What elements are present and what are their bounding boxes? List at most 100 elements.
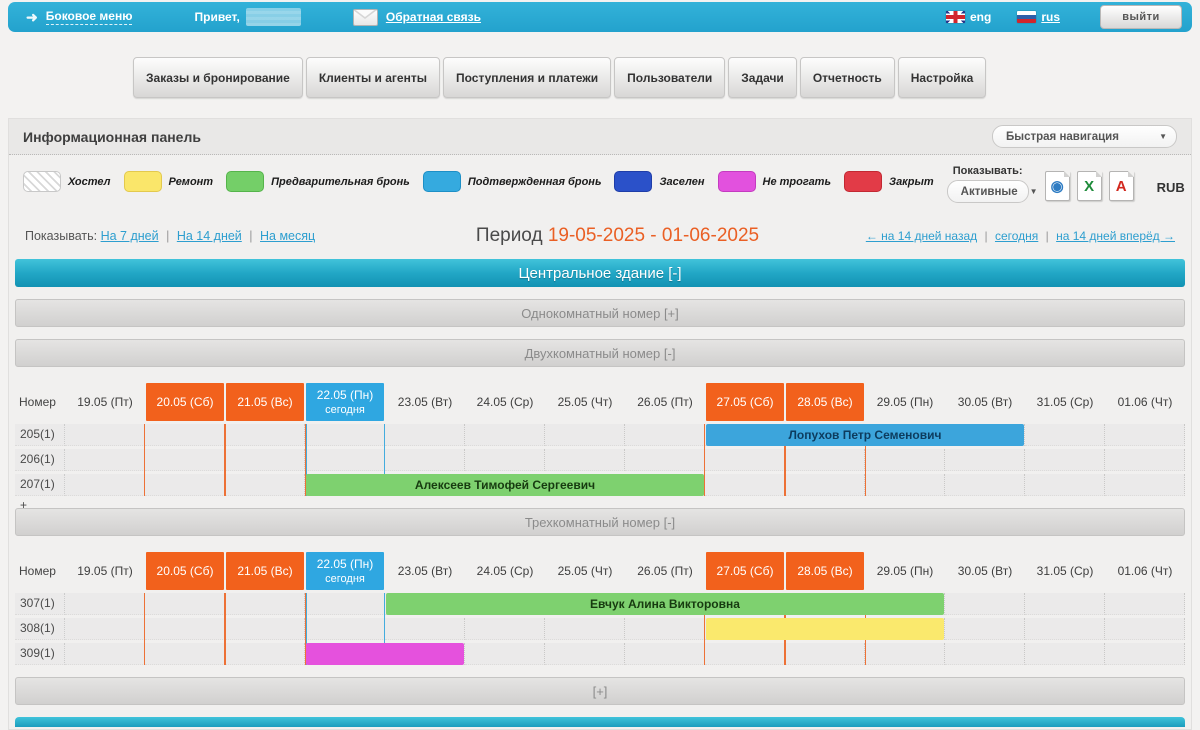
calendar-cell[interactable] bbox=[305, 593, 385, 615]
room-label[interactable]: 206(1) + bbox=[15, 449, 65, 471]
calendar-cell[interactable] bbox=[385, 449, 465, 471]
period-back-link[interactable]: ← на 14 дней назад bbox=[866, 229, 977, 243]
calendar-cell[interactable] bbox=[625, 618, 705, 640]
range-7-days-link[interactable]: На 7 дней bbox=[101, 229, 159, 243]
calendar-cell[interactable] bbox=[225, 643, 305, 665]
calendar-cell[interactable] bbox=[865, 449, 945, 471]
calendar-cell[interactable] bbox=[945, 643, 1025, 665]
calendar-cell[interactable] bbox=[785, 449, 865, 471]
calendar-cell[interactable] bbox=[65, 593, 145, 615]
calendar-cell[interactable] bbox=[65, 449, 145, 471]
calendar-cell[interactable] bbox=[865, 474, 945, 496]
booking-bar[interactable] bbox=[706, 618, 944, 640]
nav-tab[interactable]: Задачи bbox=[728, 57, 797, 98]
ru-flag-icon[interactable] bbox=[1017, 11, 1036, 23]
calendar-cell[interactable] bbox=[225, 593, 305, 615]
calendar-cell[interactable] bbox=[465, 618, 545, 640]
calendar-cell[interactable] bbox=[1105, 424, 1185, 446]
calendar-cell[interactable] bbox=[145, 618, 225, 640]
booking-bar[interactable] bbox=[306, 643, 464, 665]
logout-button[interactable]: выйти bbox=[1100, 5, 1182, 29]
calendar-cell[interactable] bbox=[465, 643, 545, 665]
calendar-cell[interactable] bbox=[1105, 643, 1185, 665]
calendar-cell[interactable] bbox=[305, 424, 385, 446]
calendar-cell[interactable] bbox=[945, 593, 1025, 615]
calendar-cell[interactable] bbox=[1025, 474, 1105, 496]
calendar-cell[interactable] bbox=[145, 449, 225, 471]
calendar-cell[interactable] bbox=[305, 618, 385, 640]
nav-tab[interactable]: Отчетность bbox=[800, 57, 895, 98]
calendar-cell[interactable] bbox=[1025, 449, 1105, 471]
calendar-cell[interactable] bbox=[1105, 449, 1185, 471]
calendar-cell[interactable] bbox=[145, 643, 225, 665]
calendar-cell[interactable] bbox=[145, 474, 225, 496]
calendar-cell[interactable] bbox=[545, 643, 625, 665]
calendar-cell[interactable] bbox=[65, 643, 145, 665]
calendar-cell[interactable] bbox=[785, 643, 865, 665]
calendar-cell[interactable] bbox=[65, 618, 145, 640]
side-menu-link[interactable]: Боковое меню bbox=[46, 9, 133, 25]
calendar-cell[interactable] bbox=[1025, 643, 1105, 665]
calendar-cell[interactable] bbox=[145, 593, 225, 615]
calendar-cell[interactable] bbox=[1025, 593, 1105, 615]
lang-rus[interactable]: rus bbox=[1041, 10, 1060, 24]
category-header[interactable]: Двухкомнатный номер [-] bbox=[15, 339, 1185, 367]
nav-tab[interactable]: Клиенты и агенты bbox=[306, 57, 440, 98]
lang-eng[interactable]: eng bbox=[970, 10, 991, 24]
building-header[interactable]: Центральное здание [-] bbox=[15, 259, 1185, 287]
calendar-cell[interactable] bbox=[305, 449, 385, 471]
excel-export-icon[interactable]: X bbox=[1077, 171, 1102, 201]
booking-bar[interactable]: Лопухов Петр Семенович bbox=[706, 424, 1024, 446]
calendar-cell[interactable] bbox=[1105, 474, 1185, 496]
nav-tab[interactable]: Настройка bbox=[898, 57, 987, 98]
calendar-cell[interactable] bbox=[545, 424, 625, 446]
uk-flag-icon[interactable] bbox=[946, 11, 965, 23]
html-export-icon[interactable]: ◉ bbox=[1045, 171, 1070, 201]
calendar-cell[interactable] bbox=[625, 424, 705, 446]
calendar-cell[interactable] bbox=[705, 474, 785, 496]
category-header[interactable]: Однокомнатный номер [+] bbox=[15, 299, 1185, 327]
calendar-cell[interactable] bbox=[65, 424, 145, 446]
calendar-cell[interactable] bbox=[145, 424, 225, 446]
category-header[interactable]: [+] bbox=[15, 677, 1185, 705]
calendar-cell[interactable] bbox=[785, 474, 865, 496]
calendar-cell[interactable] bbox=[625, 643, 705, 665]
calendar-cell[interactable] bbox=[945, 618, 1025, 640]
nav-tab[interactable]: Заказы и бронирование bbox=[133, 57, 303, 98]
room-label[interactable]: 205(1) + bbox=[15, 424, 65, 446]
calendar-cell[interactable] bbox=[225, 449, 305, 471]
calendar-cell[interactable] bbox=[625, 449, 705, 471]
calendar-cell[interactable] bbox=[225, 424, 305, 446]
range-14-days-link[interactable]: На 14 дней bbox=[177, 229, 242, 243]
calendar-cell[interactable] bbox=[465, 424, 545, 446]
calendar-cell[interactable] bbox=[385, 618, 465, 640]
period-forward-link[interactable]: на 14 дней вперёд → bbox=[1056, 229, 1175, 243]
category-header[interactable]: Трехкомнатный номер [-] bbox=[15, 508, 1185, 536]
calendar-cell[interactable] bbox=[1025, 618, 1105, 640]
status-filter-select[interactable]: Активные ▼ bbox=[947, 180, 1029, 203]
nav-tab[interactable]: Пользователи bbox=[614, 57, 725, 98]
period-today-link[interactable]: сегодня bbox=[995, 229, 1038, 243]
calendar-cell[interactable] bbox=[705, 643, 785, 665]
calendar-cell[interactable] bbox=[945, 474, 1025, 496]
calendar-cell[interactable] bbox=[225, 474, 305, 496]
booking-bar[interactable]: Евчук Алина Викторовна bbox=[386, 593, 944, 615]
calendar-cell[interactable] bbox=[1105, 593, 1185, 615]
pdf-export-icon[interactable]: A bbox=[1109, 171, 1134, 201]
range-month-link[interactable]: На месяц bbox=[260, 229, 315, 243]
calendar-cell[interactable] bbox=[1025, 424, 1105, 446]
quick-nav-select[interactable]: Быстрая навигация ▼ bbox=[992, 125, 1177, 148]
nav-tab[interactable]: Поступления и платежи bbox=[443, 57, 611, 98]
booking-bar[interactable]: Алексеев Тимофей Сергеевич bbox=[306, 474, 704, 496]
calendar-cell[interactable] bbox=[1105, 618, 1185, 640]
calendar-cell[interactable] bbox=[945, 449, 1025, 471]
calendar-cell[interactable] bbox=[705, 449, 785, 471]
room-label[interactable]: 207(1) + bbox=[15, 474, 65, 496]
calendar-cell[interactable] bbox=[545, 449, 625, 471]
calendar-cell[interactable] bbox=[65, 474, 145, 496]
calendar-cell[interactable] bbox=[545, 618, 625, 640]
calendar-cell[interactable] bbox=[225, 618, 305, 640]
calendar-cell[interactable] bbox=[865, 643, 945, 665]
calendar-cell[interactable] bbox=[385, 424, 465, 446]
feedback-link[interactable]: Обратная связь bbox=[386, 10, 481, 24]
